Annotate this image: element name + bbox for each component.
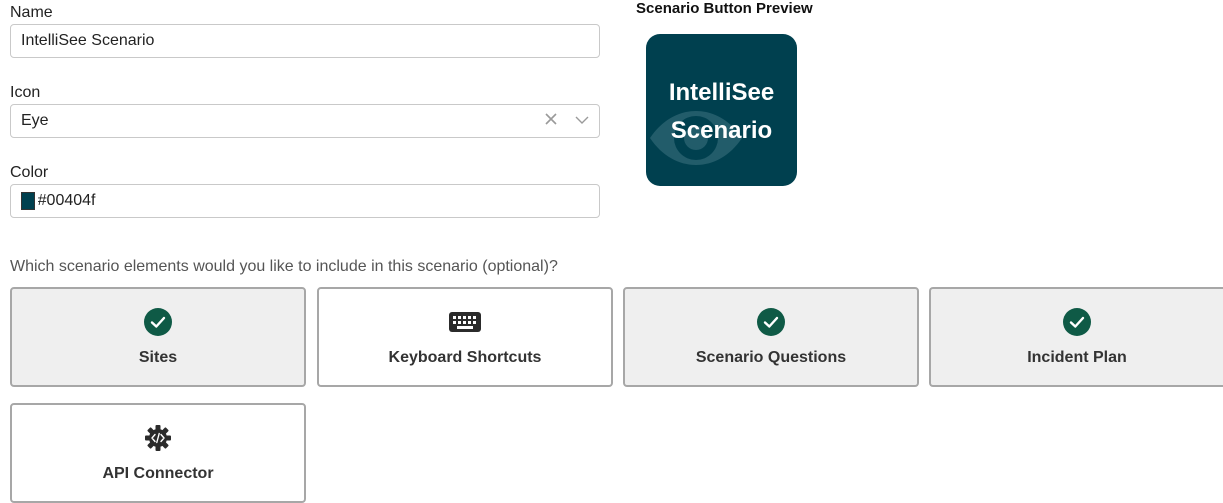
check-circle-icon — [757, 308, 785, 341]
name-label: Name — [10, 4, 53, 21]
name-input[interactable] — [21, 32, 599, 50]
element-tile-incident-plan[interactable]: Incident Plan — [929, 287, 1223, 387]
tile-label: Incident Plan — [1027, 349, 1127, 366]
icon-select[interactable]: Eye — [10, 104, 600, 138]
keyboard-icon — [448, 308, 482, 339]
icon-label: Icon — [10, 84, 41, 101]
scenario-button-preview[interactable]: IntelliSee Scenario — [646, 34, 797, 186]
color-label: Color — [10, 164, 49, 181]
code-gear-icon — [144, 424, 172, 457]
name-field[interactable] — [10, 24, 600, 58]
tile-label: Sites — [138, 349, 178, 366]
preview-line-2: Scenario — [670, 117, 773, 144]
color-input[interactable] — [37, 192, 599, 210]
element-tile-keyboard-shortcuts[interactable]: Keyboard Shortcuts — [317, 287, 613, 387]
tile-label: Scenario Questions — [695, 349, 847, 366]
element-tile-scenario-questions[interactable]: Scenario Questions — [623, 287, 919, 387]
element-tile-sites[interactable]: Sites — [10, 287, 306, 387]
preview-line-1: IntelliSee — [668, 79, 775, 106]
clear-icon[interactable] — [545, 112, 557, 130]
color-swatch[interactable] — [21, 192, 35, 210]
color-field[interactable] — [10, 184, 600, 218]
tile-label: API Connector — [102, 465, 214, 482]
check-circle-icon — [144, 308, 172, 341]
chevron-down-icon[interactable] — [575, 112, 589, 130]
preview-title: Scenario Button Preview — [636, 0, 813, 17]
check-circle-icon — [1063, 308, 1091, 341]
tile-label: Keyboard Shortcuts — [388, 349, 542, 366]
elements-question: Which scenario elements would you like t… — [10, 258, 558, 275]
element-tile-api-connector[interactable]: API Connector — [10, 403, 306, 503]
icon-select-value: Eye — [21, 112, 49, 129]
